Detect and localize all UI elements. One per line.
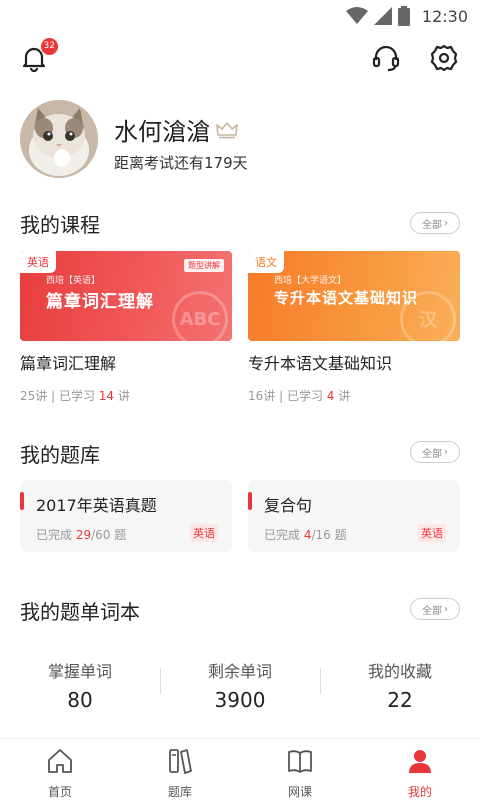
tab-label: 我的 <box>407 785 432 799</box>
course-cover: 语文 西培【大学语文】 专升本语文基础知识 汉 <box>248 251 460 341</box>
tab-home[interactable]: 首页 <box>0 747 120 800</box>
tab-label: 网课 <box>287 785 312 799</box>
notification-button[interactable]: 32 <box>16 38 58 76</box>
stat-label: 我的收藏 <box>367 662 432 681</box>
course-cover-title: 篇章词汇理解 <box>46 292 154 312</box>
bank-progress: 已完成 4/16 题 <box>264 526 347 543</box>
bank-title: 2017年英语真题 <box>36 496 157 515</box>
question-bank-card[interactable]: 2017年英语真题 已完成 29/60 题 英语 <box>20 480 232 552</box>
bottom-tab-bar: 首页 题库 网课 我的 <box>0 738 480 800</box>
stat-label: 剩余单词 <box>207 662 272 681</box>
course-learned-suffix: 讲 <box>338 389 351 403</box>
headset-icon <box>372 45 400 72</box>
question-bank-all-button[interactable]: 全部 › <box>410 441 460 463</box>
course-cover: 英语 西培【英语】 题型讲解 篇章词汇理解 ABC <box>20 251 232 341</box>
crown-icon <box>216 121 238 138</box>
clock: 12:30 <box>421 6 468 26</box>
chevron-right-icon: › <box>444 217 448 229</box>
question-bank-title: 我的题库 <box>20 443 100 467</box>
question-bank-all-label: 全部 <box>422 448 442 460</box>
course-cover-title: 专升本语文基础知识 <box>274 289 419 307</box>
question-bank-card[interactable]: 复合句 已完成 4/16 题 英语 <box>248 480 460 552</box>
stat-mastered[interactable]: 掌握单词 80 <box>0 658 160 712</box>
chevron-right-icon: › <box>444 603 448 615</box>
bank-title: 复合句 <box>264 496 313 515</box>
cat-avatar-image <box>20 100 98 178</box>
course-progress: 25讲 | 已学习 14 讲 <box>20 389 130 403</box>
status-bar: 12:30 <box>0 0 480 32</box>
bank-total: /60 题 <box>91 528 127 542</box>
vocab-title: 我的题单词本 <box>20 600 140 624</box>
tab-mine[interactable]: 我的 <box>360 747 480 800</box>
bank-done-prefix: 已完成 <box>264 528 301 542</box>
vocab-all-label: 全部 <box>422 605 442 617</box>
course-progress: 16讲 | 已学习 4 讲 <box>248 389 351 403</box>
courses-title: 我的课程 <box>20 213 100 237</box>
course-learned-count: 4 <box>326 389 335 403</box>
home-icon <box>48 749 72 773</box>
tab-online-course[interactable]: 网课 <box>240 747 360 800</box>
gear-icon <box>430 44 458 72</box>
bank-subject-tag: 英语 <box>190 524 218 542</box>
bank-done-count: 29 <box>75 528 92 542</box>
course-cover-subtitle: 西培【大学语文】 <box>274 276 347 286</box>
courses-all-label: 全部 <box>422 219 442 231</box>
stat-remaining[interactable]: 剩余单词 3900 <box>160 658 320 712</box>
course-subject-tag: 语文 <box>248 251 284 273</box>
stat-label: 掌握单词 <box>47 662 112 681</box>
stat-value: 22 <box>387 688 413 712</box>
signal-icon <box>373 7 392 25</box>
courses-all-button[interactable]: 全部 › <box>410 212 460 234</box>
course-card[interactable]: 英语 西培【英语】 题型讲解 篇章词汇理解 ABC 篇章词汇理解 25讲 | 已… <box>20 251 232 404</box>
course-cover-subtitle: 西培【英语】 <box>46 276 101 286</box>
card-accent-bar <box>20 492 24 510</box>
bank-progress: 已完成 29/60 题 <box>36 526 126 543</box>
stat-value: 80 <box>67 688 93 712</box>
course-lessons: 25讲 <box>20 389 48 403</box>
wifi-icon <box>345 7 368 24</box>
course-learned-suffix: 讲 <box>117 389 130 403</box>
course-title: 篇章词汇理解 <box>20 354 117 373</box>
vocab-all-button[interactable]: 全部 › <box>410 598 460 620</box>
course-card[interactable]: 语文 西培【大学语文】 专升本语文基础知识 汉 专升本语文基础知识 16讲 | … <box>248 251 460 404</box>
tab-label: 首页 <box>47 785 72 799</box>
customer-service-button[interactable] <box>368 40 404 76</box>
books-icon <box>169 749 192 774</box>
course-watermark: 汉 <box>400 291 456 341</box>
top-bar: 32 <box>0 38 480 80</box>
course-type-chip: 题型讲解 <box>184 259 224 272</box>
course-lessons: 16讲 <box>248 389 276 403</box>
user-name: 水何滄滄 <box>114 118 210 146</box>
course-learned-prefix: 已学习 <box>58 389 95 403</box>
notification-badge: 32 <box>40 38 58 55</box>
tab-label: 题库 <box>167 785 192 799</box>
bank-total: /16 题 <box>311 528 347 542</box>
chevron-right-icon: › <box>444 446 448 458</box>
battery-icon <box>397 6 410 26</box>
course-learned-prefix: 已学习 <box>286 389 323 403</box>
course-watermark: ABC <box>172 291 228 341</box>
course-learned-count: 14 <box>98 389 115 403</box>
user-icon <box>409 750 431 773</box>
bank-subject-tag: 英语 <box>418 524 446 542</box>
settings-button[interactable] <box>426 40 462 76</box>
open-book-icon <box>288 750 312 773</box>
user-name-row: 水何滄滄 <box>114 112 238 147</box>
bank-done-prefix: 已完成 <box>36 528 73 542</box>
exam-countdown: 距离考试还有179天 <box>114 154 248 172</box>
avatar[interactable] <box>20 100 98 178</box>
stat-favorites[interactable]: 我的收藏 22 <box>320 658 480 712</box>
course-title: 专升本语文基础知识 <box>248 354 393 373</box>
stat-value: 3900 <box>214 688 266 712</box>
tab-question-bank[interactable]: 题库 <box>120 747 240 800</box>
course-subject-tag: 英语 <box>20 251 56 273</box>
profile-section: 水何滄滄 距离考试还有179天 <box>20 100 460 180</box>
card-accent-bar <box>248 492 252 510</box>
